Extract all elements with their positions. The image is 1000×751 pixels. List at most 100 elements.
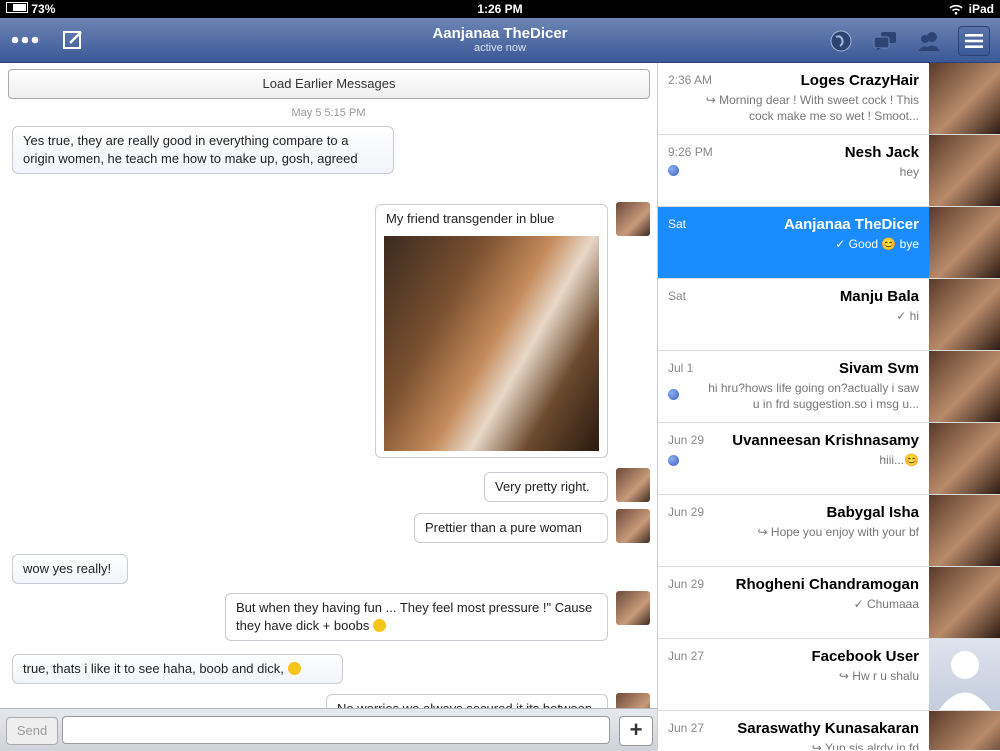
- message-bubble: true, thats i like it to see haha, boob …: [12, 654, 343, 684]
- avatar: [616, 202, 650, 236]
- nav-bar: Aanjanaa TheDicer active now: [0, 18, 1000, 63]
- compose-button[interactable]: [58, 26, 88, 54]
- conversation-item[interactable]: Jun 29 Babygal Isha ↪ Hope you enjoy wit…: [658, 495, 1000, 567]
- friend-requests-button[interactable]: [914, 27, 944, 55]
- conversation-list[interactable]: 2:36 AM Loges CrazyHair ↪ Morning dear !…: [657, 63, 1000, 750]
- conversation-preview: ↪ Morning dear ! With sweet cock ! This …: [705, 93, 919, 123]
- chat-thread[interactable]: Load Earlier Messages May 5 5:15 PM Yes …: [0, 63, 657, 708]
- conversation-time: Sat: [668, 289, 687, 303]
- conversation-name: Babygal Isha: [826, 504, 919, 521]
- avatar: [616, 693, 650, 708]
- conversation-preview: ✓ Chumaaa: [853, 597, 919, 611]
- unread-dot: [668, 389, 679, 400]
- ellipsis-icon: [11, 36, 39, 44]
- messages-button[interactable]: [870, 27, 900, 55]
- conversation-preview: hiii...😊: [879, 453, 919, 467]
- status-bar: 73% 1:26 PM iPad: [0, 0, 1000, 18]
- shared-photo[interactable]: [384, 236, 599, 451]
- message-bubble: wow yes really!: [12, 554, 128, 584]
- conversation-name: Aanjanaa TheDicer: [783, 216, 919, 233]
- conversation-time: Jun 27: [668, 721, 705, 735]
- conversation-item[interactable]: Jun 29 Rhogheni Chandramogan ✓ Chumaaa: [658, 567, 1000, 639]
- emoji-icon: [287, 662, 301, 675]
- conversation-name: Rhogheni Chandramogan: [735, 576, 919, 593]
- message-text: true, thats i like it to see haha, boob …: [23, 661, 284, 676]
- conversation-preview: ✓ Good 😊 bye: [835, 237, 919, 251]
- message-composer: Send +: [0, 708, 657, 751]
- conversation-name: Nesh Jack: [844, 144, 919, 161]
- conversation-preview: ↪ Hope you enjoy with your bf: [757, 525, 919, 539]
- nav-left-actions: [10, 26, 88, 54]
- notifications-button[interactable]: [826, 27, 856, 55]
- wifi-icon: [949, 4, 963, 14]
- conversation-name: Facebook User: [811, 648, 919, 665]
- message-text: My friend transgender in blue: [386, 211, 555, 226]
- avatar: [616, 468, 650, 502]
- hamburger-icon: [965, 34, 983, 48]
- presence-status: active now: [474, 42, 526, 54]
- conversation-item[interactable]: 9:26 PM Nesh Jack hey: [658, 135, 1000, 207]
- globe-icon: [830, 30, 852, 52]
- compose-icon: [63, 31, 82, 49]
- device-indicator: iPad: [949, 2, 994, 16]
- conversation-time: 9:26 PM: [668, 145, 713, 159]
- conversation-time: Jun 27: [668, 649, 705, 663]
- conversation-preview: ↪ Hw r u shalu: [838, 669, 919, 683]
- message-bubble: Yes true, they are really good in everyt…: [12, 126, 394, 174]
- conversation-time: 2:36 AM: [668, 73, 713, 87]
- more-options-button[interactable]: [10, 26, 40, 54]
- load-earlier-button[interactable]: Load Earlier Messages: [8, 69, 650, 99]
- conversation-item[interactable]: Jun 29 Uvanneesan Krishnasamy hiii...😊: [658, 423, 1000, 495]
- conversation-name: Sivam Svm: [838, 360, 919, 377]
- conversation-time: Jun 29: [668, 505, 705, 519]
- clock: 1:26 PM: [477, 2, 523, 16]
- default-avatar-icon: [929, 639, 1000, 710]
- message-bubble: Very pretty right.: [484, 472, 608, 502]
- conversation-time: Jul 1: [668, 361, 694, 375]
- unread-dot: [668, 455, 679, 466]
- message-timestamp: May 5 5:15 PM: [291, 107, 366, 119]
- conversation-name: Loges CrazyHair: [800, 72, 919, 89]
- conversation-item[interactable]: Jun 27 Facebook User ↪ Hw r u shalu: [658, 639, 1000, 711]
- conversation-title: Aanjanaa TheDicer: [432, 25, 568, 42]
- avatar: [929, 711, 1000, 750]
- conversation-preview: ✓ hi: [896, 309, 919, 323]
- message-bubble: No worries we always secured it its betw…: [326, 694, 608, 708]
- chat-bubbles-icon: [873, 32, 896, 51]
- silhouette-icon: [939, 651, 991, 710]
- avatar: [929, 207, 1000, 278]
- avatar: [616, 591, 650, 625]
- attach-button[interactable]: +: [619, 716, 653, 746]
- menu-button[interactable]: [958, 26, 990, 56]
- conversation-item[interactable]: 2:36 AM Loges CrazyHair ↪ Morning dear !…: [658, 63, 1000, 135]
- conversation-header: Aanjanaa TheDicer active now: [370, 25, 630, 54]
- device-label: iPad: [968, 2, 994, 16]
- avatar: [929, 567, 1000, 638]
- conversation-item-selected[interactable]: Sat Aanjanaa TheDicer ✓ Good 😊 bye: [658, 207, 1000, 279]
- conversation-item[interactable]: Jun 27 Saraswathy Kunasakaran ↪ Yup sis …: [658, 711, 1000, 750]
- conversation-time: Sat: [668, 217, 687, 231]
- message-text: But when they having fun ... They feel m…: [236, 600, 593, 633]
- avatar: [929, 135, 1000, 206]
- conversation-preview: ↪ Yup sis alrdy in fd: [811, 741, 919, 750]
- conversation-name: Uvanneesan Krishnasamy: [732, 432, 919, 449]
- conversation-item[interactable]: Sat Manju Bala ✓ hi: [658, 279, 1000, 351]
- message-bubble: Prettier than a pure woman: [414, 513, 608, 543]
- avatar: [929, 63, 1000, 134]
- message-input[interactable]: [62, 716, 610, 744]
- message-bubble: But when they having fun ... They feel m…: [225, 593, 608, 641]
- emoji-icon: [372, 619, 386, 632]
- avatar: [929, 423, 1000, 494]
- avatar: [616, 509, 650, 543]
- send-button[interactable]: Send: [6, 717, 58, 745]
- conversation-name: Manju Bala: [839, 288, 919, 305]
- nav-right-actions: [826, 26, 990, 56]
- unread-dot: [668, 165, 679, 176]
- avatar: [929, 495, 1000, 566]
- plus-icon: +: [629, 717, 643, 742]
- avatar: [929, 279, 1000, 350]
- conversation-name: Saraswathy Kunasakaran: [737, 720, 919, 737]
- conversation-item[interactable]: Jul 1 Sivam Svm hi hru?hows life going o…: [658, 351, 1000, 423]
- conversation-time: Jun 29: [668, 433, 705, 447]
- avatar: [929, 351, 1000, 422]
